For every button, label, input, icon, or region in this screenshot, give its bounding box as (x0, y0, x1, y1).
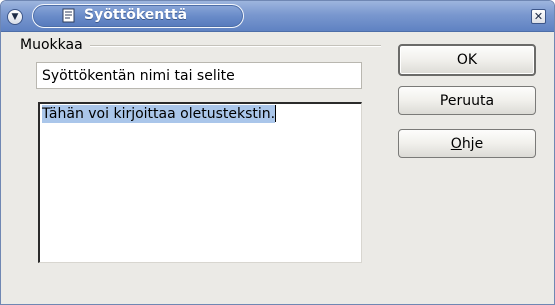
group-label: Muokkaa (20, 37, 83, 53)
help-label-rest: hje (461, 135, 484, 152)
group-divider (90, 45, 381, 47)
help-button[interactable]: Ohje (398, 129, 536, 158)
close-icon[interactable]: ✕ (531, 9, 546, 24)
cancel-button[interactable]: Peruuta (398, 86, 536, 115)
chevron-down-icon[interactable]: ▼ (7, 9, 23, 25)
ok-button[interactable]: OK (398, 44, 536, 76)
help-mnemonic: O (450, 135, 462, 152)
name-input[interactable] (36, 62, 362, 89)
text-caret (275, 105, 277, 122)
title-bar[interactable]: ▼ Syöttökenttä ✕ (1, 1, 554, 32)
selected-text: Tähän voi kirjoittaa oletustekstin. (42, 105, 276, 123)
default-text-area[interactable]: Tähän voi kirjoittaa oletustekstin. (38, 102, 362, 263)
dialog-window: ▼ Syöttökenttä ✕ Muokkaa Tähän voi kirjo… (0, 0, 555, 305)
window-title: Syöttökenttä (84, 7, 188, 23)
document-icon (62, 8, 75, 23)
title-pill: Syöttökenttä (32, 4, 244, 28)
